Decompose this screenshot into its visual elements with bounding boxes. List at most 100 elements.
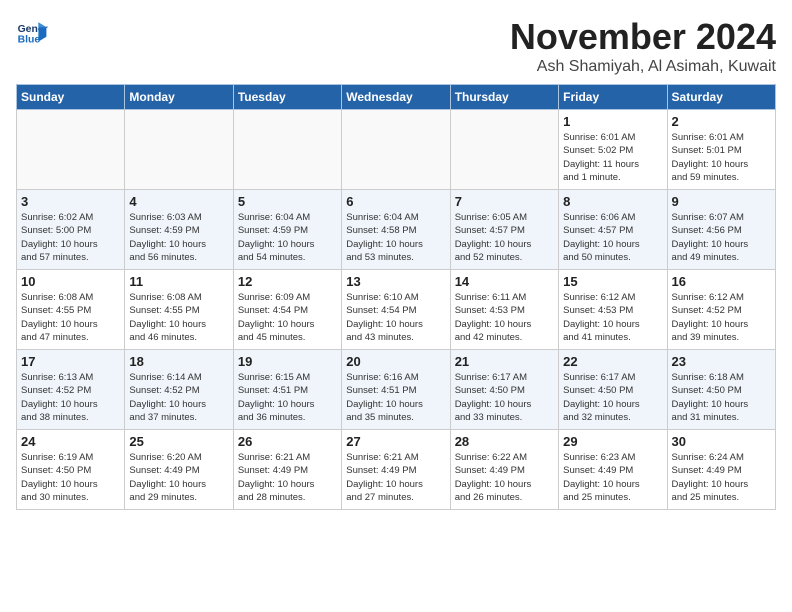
day-info: Sunrise: 6:19 AM Sunset: 4:50 PM Dayligh… [21,451,120,504]
day-number: 11 [129,274,228,289]
calendar-cell [450,110,558,190]
day-info: Sunrise: 6:10 AM Sunset: 4:54 PM Dayligh… [346,291,445,344]
day-number: 8 [563,194,662,209]
calendar-cell [342,110,450,190]
day-number: 30 [672,434,771,449]
day-info: Sunrise: 6:12 AM Sunset: 4:53 PM Dayligh… [563,291,662,344]
day-info: Sunrise: 6:22 AM Sunset: 4:49 PM Dayligh… [455,451,554,504]
day-number: 9 [672,194,771,209]
calendar-cell: 20 Sunrise: 6:16 AM Sunset: 4:51 PM Dayli… [342,350,450,430]
calendar-cell [233,110,341,190]
day-number: 28 [455,434,554,449]
calendar-table: SundayMondayTuesdayWednesdayThursdayFrid… [16,84,776,510]
day-number: 15 [563,274,662,289]
day-info: Sunrise: 6:13 AM Sunset: 4:52 PM Dayligh… [21,371,120,424]
day-info: Sunrise: 6:08 AM Sunset: 4:55 PM Dayligh… [21,291,120,344]
calendar-week-row: 10 Sunrise: 6:08 AM Sunset: 4:55 PM Dayli… [17,270,776,350]
day-info: Sunrise: 6:18 AM Sunset: 4:50 PM Dayligh… [672,371,771,424]
calendar-cell: 29 Sunrise: 6:23 AM Sunset: 4:49 PM Dayli… [559,430,667,510]
day-number: 12 [238,274,337,289]
calendar-cell: 7Sunrise: 6:05 AM Sunset: 4:57 PM Daylig… [450,190,558,270]
day-number: 25 [129,434,228,449]
calendar-cell: 25Sunrise: 6:20 AM Sunset: 4:49 PM Dayli… [125,430,233,510]
calendar-cell: 24 Sunrise: 6:19 AM Sunset: 4:50 PM Dayli… [17,430,125,510]
calendar-cell: 5 Sunrise: 6:04 AM Sunset: 4:59 PM Daylig… [233,190,341,270]
weekday-header: Tuesday [233,85,341,110]
day-number: 29 [563,434,662,449]
calendar-cell: 11 Sunrise: 6:08 AM Sunset: 4:55 PM Dayli… [125,270,233,350]
day-number: 5 [238,194,337,209]
day-info: Sunrise: 6:17 AM Sunset: 4:50 PM Dayligh… [563,371,662,424]
day-number: 14 [455,274,554,289]
day-info: Sunrise: 6:21 AM Sunset: 4:49 PM Dayligh… [238,451,337,504]
calendar-cell: 3 Sunrise: 6:02 AM Sunset: 5:00 PM Daylig… [17,190,125,270]
calendar-week-row: 1Sunrise: 6:01 AM Sunset: 5:02 PM Daylig… [17,110,776,190]
day-number: 26 [238,434,337,449]
calendar-cell: 15 Sunrise: 6:12 AM Sunset: 4:53 PM Dayli… [559,270,667,350]
day-info: Sunrise: 6:12 AM Sunset: 4:52 PM Dayligh… [672,291,771,344]
calendar-cell: 18Sunrise: 6:14 AM Sunset: 4:52 PM Dayli… [125,350,233,430]
calendar-cell: 21Sunrise: 6:17 AM Sunset: 4:50 PM Dayli… [450,350,558,430]
day-number: 27 [346,434,445,449]
calendar-cell: 8 Sunrise: 6:06 AM Sunset: 4:57 PM Daylig… [559,190,667,270]
calendar-cell: 30 Sunrise: 6:24 AM Sunset: 4:49 PM Dayli… [667,430,775,510]
day-info: Sunrise: 6:02 AM Sunset: 5:00 PM Dayligh… [21,211,120,264]
day-info: Sunrise: 6:24 AM Sunset: 4:49 PM Dayligh… [672,451,771,504]
month-title: November 2024 [510,16,776,58]
day-number: 24 [21,434,120,449]
location-title: Ash Shamiyah, Al Asimah, Kuwait [510,58,776,76]
day-info: Sunrise: 6:09 AM Sunset: 4:54 PM Dayligh… [238,291,337,344]
calendar-cell: 23Sunrise: 6:18 AM Sunset: 4:50 PM Dayli… [667,350,775,430]
day-info: Sunrise: 6:23 AM Sunset: 4:49 PM Dayligh… [563,451,662,504]
day-info: Sunrise: 6:06 AM Sunset: 4:57 PM Dayligh… [563,211,662,264]
day-number: 13 [346,274,445,289]
calendar-cell: 12 Sunrise: 6:09 AM Sunset: 4:54 PM Dayli… [233,270,341,350]
calendar-cell: 13 Sunrise: 6:10 AM Sunset: 4:54 PM Dayli… [342,270,450,350]
day-number: 1 [563,114,662,129]
calendar-cell: 17 Sunrise: 6:13 AM Sunset: 4:52 PM Dayli… [17,350,125,430]
calendar-cell: 22Sunrise: 6:17 AM Sunset: 4:50 PM Dayli… [559,350,667,430]
calendar-week-row: 3 Sunrise: 6:02 AM Sunset: 5:00 PM Daylig… [17,190,776,270]
day-number: 20 [346,354,445,369]
weekday-header: Saturday [667,85,775,110]
page-header: General Blue November 2024 Ash Shamiyah,… [16,16,776,76]
day-info: Sunrise: 6:03 AM Sunset: 4:59 PM Dayligh… [129,211,228,264]
logo-icon: General Blue [16,16,48,48]
day-info: Sunrise: 6:04 AM Sunset: 4:58 PM Dayligh… [346,211,445,264]
calendar-cell: 26 Sunrise: 6:21 AM Sunset: 4:49 PM Dayli… [233,430,341,510]
weekday-header: Wednesday [342,85,450,110]
calendar-cell: 1Sunrise: 6:01 AM Sunset: 5:02 PM Daylig… [559,110,667,190]
logo: General Blue [16,16,48,48]
title-block: November 2024 Ash Shamiyah, Al Asimah, K… [510,16,776,76]
day-number: 19 [238,354,337,369]
weekday-header: Friday [559,85,667,110]
day-number: 2 [672,114,771,129]
calendar-cell: 2 Sunrise: 6:01 AM Sunset: 5:01 PM Daylig… [667,110,775,190]
day-number: 3 [21,194,120,209]
calendar-cell [125,110,233,190]
calendar-week-row: 17 Sunrise: 6:13 AM Sunset: 4:52 PM Dayli… [17,350,776,430]
day-info: Sunrise: 6:21 AM Sunset: 4:49 PM Dayligh… [346,451,445,504]
calendar-cell: 27 Sunrise: 6:21 AM Sunset: 4:49 PM Dayli… [342,430,450,510]
weekday-header: Monday [125,85,233,110]
day-number: 16 [672,274,771,289]
day-number: 7 [455,194,554,209]
day-number: 10 [21,274,120,289]
day-info: Sunrise: 6:16 AM Sunset: 4:51 PM Dayligh… [346,371,445,424]
day-number: 18 [129,354,228,369]
day-info: Sunrise: 6:04 AM Sunset: 4:59 PM Dayligh… [238,211,337,264]
calendar-cell: 19 Sunrise: 6:15 AM Sunset: 4:51 PM Dayli… [233,350,341,430]
day-number: 6 [346,194,445,209]
day-info: Sunrise: 6:01 AM Sunset: 5:01 PM Dayligh… [672,131,771,184]
day-info: Sunrise: 6:15 AM Sunset: 4:51 PM Dayligh… [238,371,337,424]
day-info: Sunrise: 6:17 AM Sunset: 4:50 PM Dayligh… [455,371,554,424]
calendar-cell: 4Sunrise: 6:03 AM Sunset: 4:59 PM Daylig… [125,190,233,270]
calendar-body: 1Sunrise: 6:01 AM Sunset: 5:02 PM Daylig… [17,110,776,510]
day-info: Sunrise: 6:11 AM Sunset: 4:53 PM Dayligh… [455,291,554,344]
day-number: 17 [21,354,120,369]
calendar-cell: 9 Sunrise: 6:07 AM Sunset: 4:56 PM Daylig… [667,190,775,270]
day-info: Sunrise: 6:08 AM Sunset: 4:55 PM Dayligh… [129,291,228,344]
calendar-cell: 16 Sunrise: 6:12 AM Sunset: 4:52 PM Dayli… [667,270,775,350]
day-info: Sunrise: 6:07 AM Sunset: 4:56 PM Dayligh… [672,211,771,264]
svg-text:Blue: Blue [18,34,41,45]
